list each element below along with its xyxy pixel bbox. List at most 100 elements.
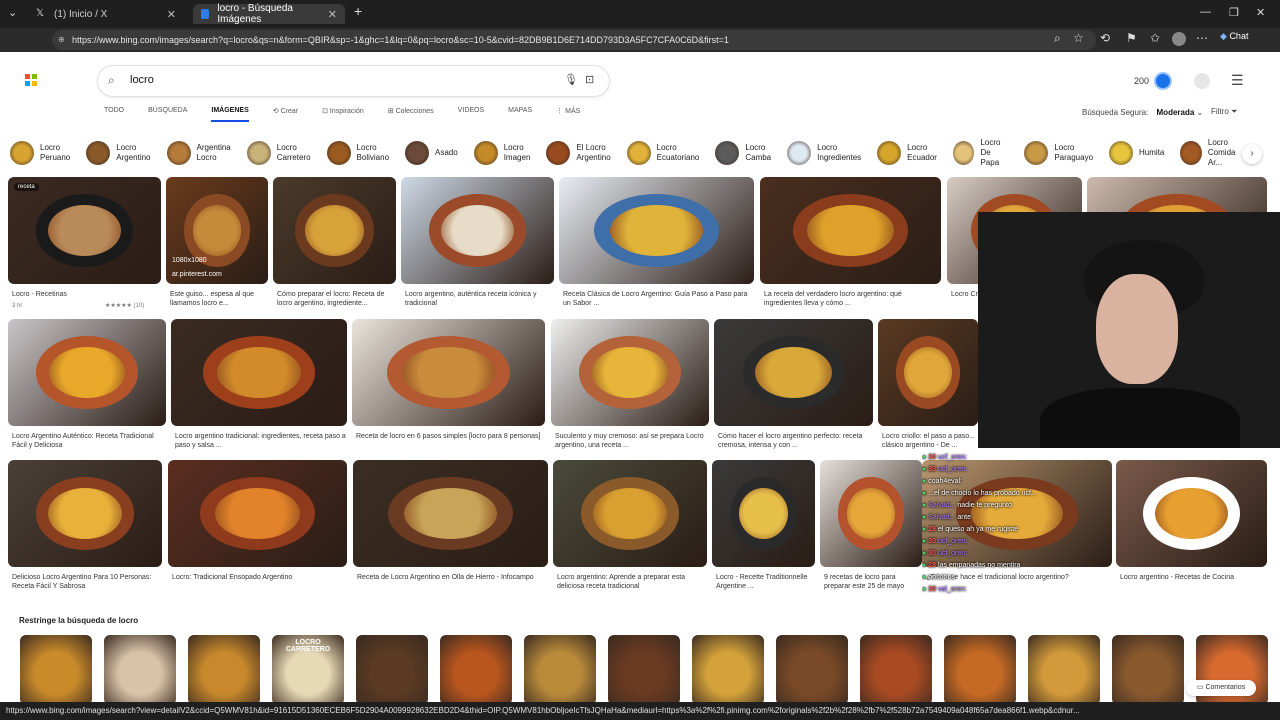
related-search-chip[interactable]: Locro Peruano (10, 138, 79, 168)
refine-thumbnail[interactable] (104, 635, 176, 702)
related-search-chip[interactable]: Asado (405, 138, 466, 168)
related-search-chip[interactable]: Locro Paraguayo (1024, 138, 1102, 168)
result-image[interactable] (551, 319, 709, 426)
related-search-chip[interactable]: Locro Camba (715, 138, 780, 168)
result-image[interactable] (760, 177, 941, 284)
refine-thumbnail[interactable] (1112, 635, 1184, 702)
tab-mapas[interactable]: MAPAS (508, 107, 532, 122)
refine-thumbnail[interactable] (20, 635, 92, 702)
result-image[interactable] (8, 319, 166, 426)
tab-busqueda[interactable]: BÚSQUEDA (148, 107, 187, 122)
refine-thumbnail[interactable] (524, 635, 596, 702)
related-search-chip[interactable]: Locro Ecuador (877, 138, 945, 168)
result-image[interactable]: 1080x1080 ar.pinterest.com (166, 177, 268, 284)
safesearch-value[interactable]: Moderada (1157, 108, 1195, 117)
result-image[interactable]: receta (8, 177, 161, 284)
microsoft-logo[interactable] (25, 74, 37, 86)
result-caption[interactable]: La receta del verdadero locro argentino:… (764, 290, 941, 308)
result-caption[interactable]: Locro argentino: Aprende a preparar esta… (557, 573, 707, 591)
result-caption[interactable]: Suculento y muy cremoso: así se prepara … (555, 432, 709, 450)
copilot-chat-button[interactable]: ◆ Chat (1220, 31, 1248, 42)
related-search-chip[interactable]: Humita (1109, 138, 1173, 168)
refine-thumbnail[interactable] (608, 635, 680, 702)
more-icon[interactable]: ⋯ (1196, 31, 1208, 45)
tab-colecciones[interactable]: ⊞ Colecciones (388, 107, 434, 122)
safesearch-control[interactable]: Búsqueda Segura: Moderada ⌄ (1082, 108, 1203, 117)
refine-thumbnail[interactable] (776, 635, 848, 702)
favorite-star-icon[interactable]: ☆ (1073, 31, 1084, 45)
chevron-right-icon[interactable]: › (1242, 144, 1262, 164)
close-window-icon[interactable]: ✕ (1256, 6, 1265, 19)
rewards-points[interactable]: 200 (1134, 76, 1149, 86)
result-caption[interactable]: Locro: Tradicional Ensopado Argentino (172, 573, 347, 582)
close-tab-icon[interactable]: ✕ (167, 8, 176, 21)
tab-bing-images[interactable]: locro - Búsqueda Imágenes ✕ (193, 3, 345, 25)
related-search-chip[interactable]: El Locro Argentino (546, 138, 619, 168)
search-input[interactable]: locro (130, 74, 154, 86)
result-image[interactable] (820, 460, 922, 567)
feedback-button[interactable]: ▭ Comentarios (1186, 680, 1256, 696)
result-image[interactable] (171, 319, 347, 426)
result-caption[interactable]: Este guiso... espesa al que llamamos loc… (170, 290, 268, 308)
refine-thumbnail[interactable] (356, 635, 428, 702)
refine-thumbnail[interactable] (188, 635, 260, 702)
related-search-chip[interactable]: Locro Imagen (473, 138, 539, 168)
extensions-icon[interactable]: ⟲ (1100, 31, 1110, 45)
address-bar[interactable]: ⊕ https://www.bing.com/images/search?q=l… (52, 30, 1096, 50)
result-image[interactable] (1116, 460, 1267, 567)
tab-imagenes[interactable]: IMÁGENES (211, 107, 249, 122)
filter-button[interactable]: Filtro ⏷ (1211, 107, 1237, 117)
rewards-icon[interactable] (1154, 72, 1172, 90)
result-caption[interactable]: Locro argentino, auténtica receta icónic… (405, 290, 554, 308)
zoom-icon[interactable]: ⌕ (1054, 31, 1061, 46)
hamburger-menu-icon[interactable]: ☰ (1231, 72, 1244, 89)
tab-inspiracion[interactable]: ⊡ Inspiración (322, 107, 364, 122)
result-caption[interactable]: Receta de Locro Argentino en Olla de Hie… (357, 573, 548, 582)
result-caption[interactable]: Cómo hacer el locro argentino perfecto: … (718, 432, 873, 450)
tab-crear[interactable]: ⟲ Crear (273, 107, 298, 122)
result-caption[interactable]: Locro - Recette Traditionnelle Argentine… (716, 573, 815, 591)
close-tab-icon[interactable]: ✕ (328, 8, 337, 21)
related-search-chip[interactable]: Locro Argentino (86, 138, 159, 168)
related-search-chip[interactable]: Locro Carretero (246, 138, 319, 168)
result-caption[interactable]: Locro Argentino Auténtico: Receta Tradic… (12, 432, 166, 450)
result-caption[interactable]: Receta de locro en 6 pasos simples [locr… (356, 432, 545, 441)
search-icon[interactable]: ⌕ (108, 73, 115, 88)
result-image[interactable] (353, 460, 548, 567)
result-caption[interactable]: Locro - Recetinas (12, 290, 161, 299)
refine-thumbnail[interactable] (440, 635, 512, 702)
related-search-chip[interactable]: Locro Ecuatoriano (626, 138, 708, 168)
tab-videos[interactable]: VIDEOS (458, 107, 484, 122)
result-caption[interactable]: 9 recetas de locro para preparar este 25… (824, 573, 922, 591)
result-caption[interactable]: Locro argentino tradicional: ingrediente… (175, 432, 347, 450)
result-image[interactable] (401, 177, 554, 284)
result-image[interactable] (553, 460, 707, 567)
search-box[interactable]: ⌕ locro 🎙 ⊡ (98, 66, 609, 96)
tab-menu-icon[interactable]: ⌄ (8, 6, 17, 19)
tab-x[interactable]: 𝕏 (1) Inicio / X ✕ (28, 4, 184, 24)
account-avatar-icon[interactable] (1194, 73, 1210, 89)
result-image[interactable] (712, 460, 815, 567)
result-image[interactable] (168, 460, 347, 567)
result-caption[interactable]: Delicioso Locro Argentino Para 10 Person… (12, 573, 162, 591)
refine-thumbnail[interactable]: LOCRO CARRETERO (272, 635, 344, 702)
restore-icon[interactable]: ❐ (1229, 6, 1239, 19)
profile-avatar-icon[interactable] (1172, 32, 1186, 46)
visual-search-icon[interactable]: ⊡ (585, 73, 594, 86)
tab-mas[interactable]: ⋮ MÁS (556, 107, 580, 122)
result-image[interactable] (559, 177, 754, 284)
result-image[interactable] (8, 460, 162, 567)
result-image[interactable] (273, 177, 396, 284)
related-search-chip[interactable]: Locro Ingredientes (787, 138, 870, 168)
result-caption[interactable]: Locro argentino - Recetas de Cocina (1120, 573, 1267, 582)
microphone-icon[interactable]: 🎙 (564, 73, 578, 86)
related-search-chip[interactable]: Locro Boliviano (326, 138, 398, 168)
collections-icon[interactable]: ⚑ (1126, 31, 1137, 45)
result-image[interactable] (352, 319, 545, 426)
new-tab-icon[interactable]: + (354, 3, 362, 19)
result-caption[interactable]: Cómo preparar el locro: Receta de locro … (277, 290, 396, 308)
minimize-icon[interactable]: — (1200, 6, 1211, 18)
result-image[interactable] (714, 319, 873, 426)
related-search-chip[interactable]: Argentina Locro (166, 138, 239, 168)
result-caption[interactable]: Receta Clásica de Locro Argentino: Guía … (563, 290, 754, 308)
